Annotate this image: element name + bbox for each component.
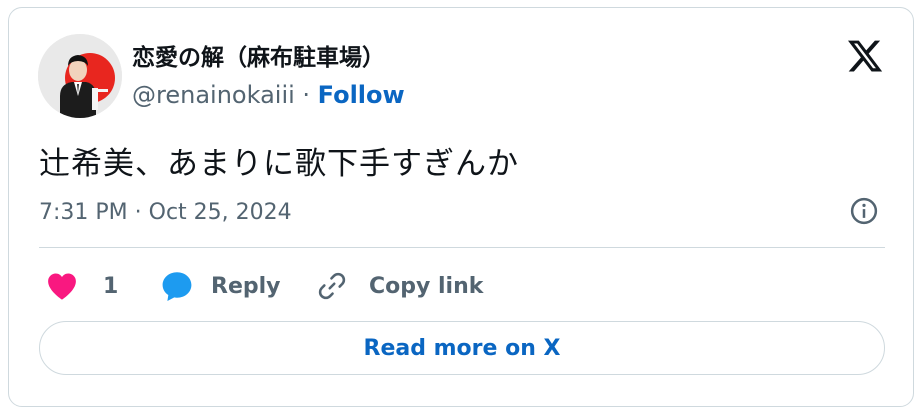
author-display-name[interactable]: 恋愛の解（麻布駐車場） (132, 38, 385, 72)
like-button[interactable]: 1 (45, 266, 118, 306)
read-more-button[interactable]: Read more on X (39, 321, 885, 375)
post-text: 辻希美、あまりに歌下手すぎんか (39, 146, 519, 182)
link-icon (318, 272, 346, 300)
follow-link[interactable]: Follow (318, 81, 405, 109)
copy-link-button[interactable]: Copy link (315, 266, 483, 306)
divider (39, 247, 885, 248)
handle-separator: · (294, 81, 318, 109)
heart-icon (48, 273, 76, 300)
author-handle-row: @renainokaiii · Follow (132, 81, 405, 109)
reply-bubble-icon (162, 272, 192, 301)
like-count: 1 (103, 273, 119, 299)
reply-button[interactable]: Reply (159, 266, 281, 306)
author-handle[interactable]: @renainokaiii (132, 81, 295, 109)
embedded-post-card: 恋愛の解（麻布駐車場） @renainokaiii · Follow 辻希美、あ… (8, 7, 914, 407)
avatar[interactable] (38, 34, 122, 118)
reply-label: Reply (211, 273, 281, 299)
x-logo-icon[interactable] (846, 37, 884, 75)
avatar-image (38, 34, 122, 118)
copy-link-label: Copy link (369, 273, 484, 299)
post-timestamp[interactable]: 7:31 PM · Oct 25, 2024 (39, 200, 292, 225)
info-icon[interactable] (849, 196, 879, 226)
